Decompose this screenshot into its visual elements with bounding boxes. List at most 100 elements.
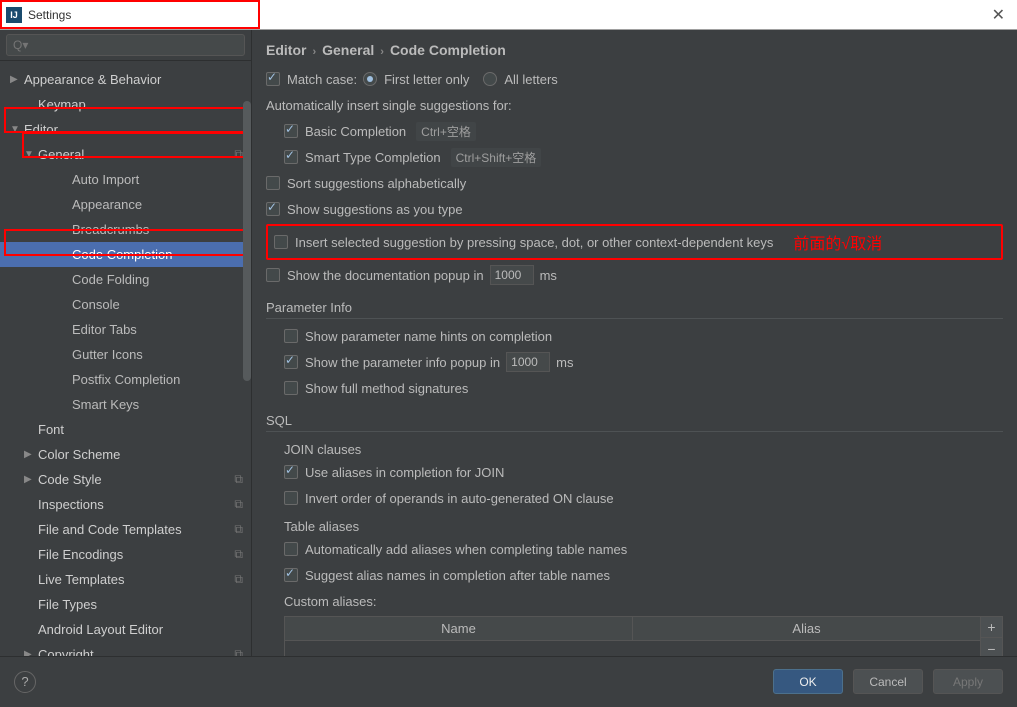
tree-item-editor[interactable]: ▼Editor xyxy=(0,117,251,142)
scrollbar[interactable] xyxy=(243,101,251,381)
tree-item-label: Breadcrumbs xyxy=(72,222,243,237)
suggest-alias-checkbox[interactable] xyxy=(284,568,298,582)
settings-content: Editor›General›Code Completion Match cas… xyxy=(252,30,1017,656)
help-button[interactable]: ? xyxy=(14,671,36,693)
tree-item-label: Smart Keys xyxy=(72,397,243,412)
col-alias: Alias xyxy=(633,617,980,640)
tree-item-breadcrumbs[interactable]: Breadcrumbs xyxy=(0,217,251,242)
join-invert-checkbox[interactable] xyxy=(284,491,298,505)
auto-add-alias-checkbox[interactable] xyxy=(284,542,298,556)
tree-item-label: Copyright xyxy=(38,647,230,656)
tree-item-label: General xyxy=(38,147,230,162)
tree-item-code-style[interactable]: ▶Code Style⧉ xyxy=(0,467,251,492)
join-alias-checkbox[interactable] xyxy=(284,465,298,479)
full-sig-checkbox[interactable] xyxy=(284,381,298,395)
tree-item-label: Color Scheme xyxy=(38,447,243,462)
alias-table[interactable]: Name Alias No custom aliases xyxy=(284,616,981,656)
tree-item-label: Postfix Completion xyxy=(72,372,243,387)
show-as-type-checkbox[interactable] xyxy=(266,202,280,216)
tree-item-label: Editor xyxy=(24,122,243,137)
tree-item-appearance[interactable]: Appearance xyxy=(0,192,251,217)
tree-item-file-encodings[interactable]: File Encodings⧉ xyxy=(0,542,251,567)
dialog-footer: ? OK Cancel Apply xyxy=(0,656,1017,706)
tree-item-smart-keys[interactable]: Smart Keys xyxy=(0,392,251,417)
tree-item-label: Inspections xyxy=(38,497,230,512)
tree-item-gutter-icons[interactable]: Gutter Icons xyxy=(0,342,251,367)
arrow-icon: ▶ xyxy=(10,74,24,85)
basic-completion-checkbox[interactable] xyxy=(284,124,298,138)
all-letters-radio[interactable] xyxy=(483,72,497,86)
search-input[interactable] xyxy=(6,34,245,56)
tree-item-inspections[interactable]: Inspections⧉ xyxy=(0,492,251,517)
tree-item-live-templates[interactable]: Live Templates⧉ xyxy=(0,567,251,592)
doc-popup-checkbox[interactable] xyxy=(266,268,280,282)
tree-item-postfix-completion[interactable]: Postfix Completion xyxy=(0,367,251,392)
annotation-text: 前面的√取消 xyxy=(793,230,882,254)
basic-shortcut: Ctrl+空格 xyxy=(416,122,476,141)
add-row-button[interactable]: + xyxy=(981,616,1003,638)
arrow-icon: ▶ xyxy=(24,449,38,460)
ok-button[interactable]: OK xyxy=(773,669,843,694)
settings-sidebar: ▶Appearance & BehaviorKeymap▼Editor▼Gene… xyxy=(0,30,252,656)
arrow-icon: ▼ xyxy=(10,124,24,135)
cancel-button[interactable]: Cancel xyxy=(853,669,923,694)
table-empty: No custom aliases xyxy=(285,641,980,656)
settings-tree[interactable]: ▶Appearance & BehaviorKeymap▼Editor▼Gene… xyxy=(0,61,251,656)
param-hints-checkbox[interactable] xyxy=(284,329,298,343)
arrow-icon: ▶ xyxy=(24,474,38,485)
tree-item-label: File and Code Templates xyxy=(38,522,230,537)
close-icon[interactable]: ✕ xyxy=(986,5,1011,25)
scope-icon: ⧉ xyxy=(234,547,243,562)
tree-item-code-completion[interactable]: Code Completion xyxy=(0,242,251,267)
sort-alpha-checkbox[interactable] xyxy=(266,176,280,190)
tree-item-color-scheme[interactable]: ▶Color Scheme xyxy=(0,442,251,467)
tree-item-copyright[interactable]: ▶Copyright⧉ xyxy=(0,642,251,656)
tree-item-file-types[interactable]: File Types xyxy=(0,592,251,617)
col-name: Name xyxy=(285,617,633,640)
tree-item-label: Keymap xyxy=(38,97,243,112)
param-popup-input[interactable] xyxy=(506,352,550,372)
doc-popup-input[interactable] xyxy=(490,265,534,285)
tree-item-label: Code Folding xyxy=(72,272,243,287)
tree-item-general[interactable]: ▼General ⧉ xyxy=(0,142,251,167)
tree-item-label: Live Templates xyxy=(38,572,230,587)
tree-item-label: Android Layout Editor xyxy=(38,622,243,637)
tree-item-code-folding[interactable]: Code Folding xyxy=(0,267,251,292)
tree-item-android-layout-editor[interactable]: Android Layout Editor xyxy=(0,617,251,642)
smart-completion-checkbox[interactable] xyxy=(284,150,298,164)
main-area: ▶Appearance & BehaviorKeymap▼Editor▼Gene… xyxy=(0,30,1017,656)
tree-item-label: Code Style xyxy=(38,472,230,487)
param-popup-checkbox[interactable] xyxy=(284,355,298,369)
tree-item-font[interactable]: Font xyxy=(0,417,251,442)
title-bar: IJ Settings ✕ xyxy=(0,0,1017,30)
window-title: Settings xyxy=(28,8,71,22)
tree-item-label: Appearance & Behavior xyxy=(24,72,243,87)
tree-item-label: File Types xyxy=(38,597,243,612)
arrow-icon: ▶ xyxy=(24,649,38,656)
remove-row-button[interactable]: − xyxy=(981,638,1003,656)
scope-icon: ⧉ xyxy=(234,522,243,537)
tree-item-editor-tabs[interactable]: Editor Tabs xyxy=(0,317,251,342)
app-icon: IJ xyxy=(6,7,22,23)
tree-item-label: Editor Tabs xyxy=(72,322,243,337)
tree-item-label: Font xyxy=(38,422,243,437)
apply-button[interactable]: Apply xyxy=(933,669,1003,694)
insert-keys-row: Insert selected suggestion by pressing s… xyxy=(266,224,1003,260)
arrow-icon: ▼ xyxy=(24,149,38,160)
first-letter-radio[interactable] xyxy=(363,72,377,86)
tree-item-keymap[interactable]: Keymap xyxy=(0,92,251,117)
insert-keys-checkbox[interactable] xyxy=(274,235,288,249)
match-case-checkbox[interactable] xyxy=(266,72,280,86)
match-case-row: Match case: First letter only All letter… xyxy=(266,68,1003,90)
sql-header: SQL xyxy=(266,413,1003,432)
tree-item-file-and-code-templates[interactable]: File and Code Templates ⧉ xyxy=(0,517,251,542)
tree-item-appearance-behavior[interactable]: ▶Appearance & Behavior xyxy=(0,67,251,92)
tree-item-auto-import[interactable]: Auto Import xyxy=(0,167,251,192)
auto-insert-header: Automatically insert single suggestions … xyxy=(266,94,1003,116)
tree-item-label: Console xyxy=(72,297,243,312)
table-aliases-header: Table aliases xyxy=(266,519,1003,534)
tree-item-console[interactable]: Console xyxy=(0,292,251,317)
smart-shortcut: Ctrl+Shift+空格 xyxy=(451,148,542,167)
scope-icon: ⧉ xyxy=(234,147,243,162)
tree-item-label: Appearance xyxy=(72,197,243,212)
